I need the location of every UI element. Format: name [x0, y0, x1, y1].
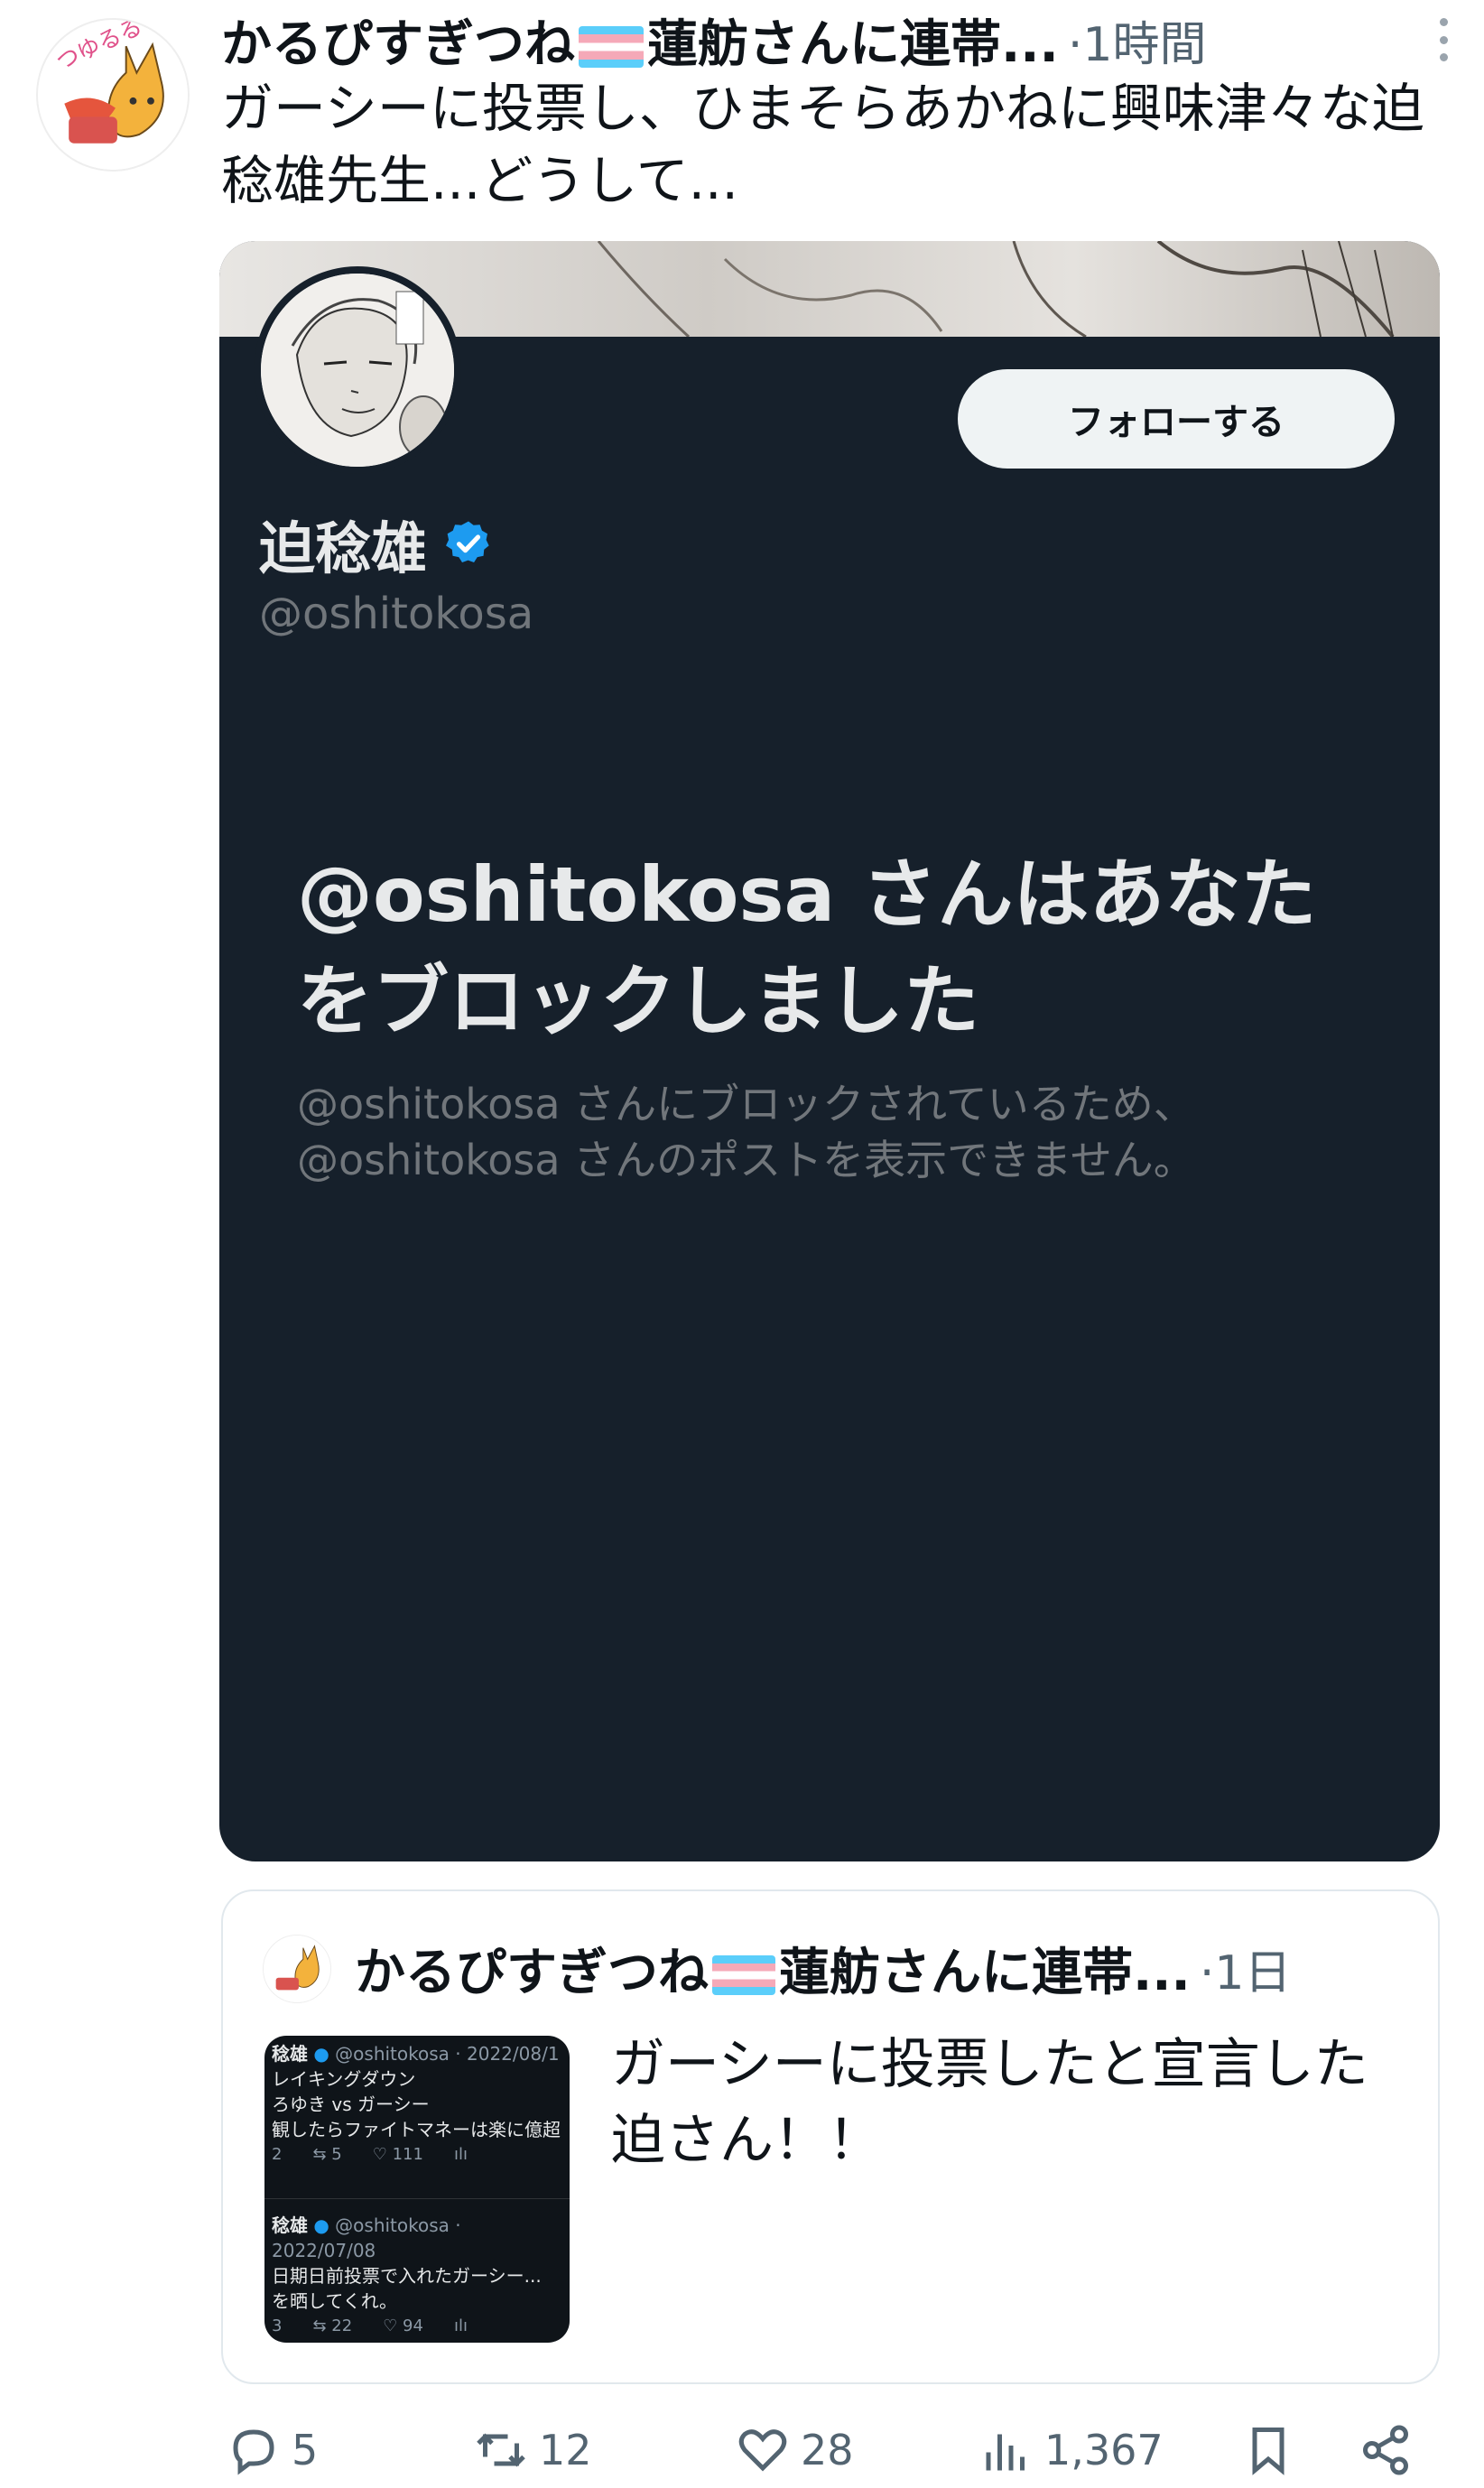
heart-icon	[738, 2429, 787, 2472]
profile-display-name: 迫稔雄	[259, 515, 428, 581]
post-time[interactable]: ·1時間	[1068, 6, 1207, 74]
blocked-description: @oshitokosa さんにブロックされているため、 @oshitokosa …	[297, 1076, 1362, 1188]
thumb-tweet-line: ろゆき vs ガーシー	[272, 2093, 430, 2115]
profile-handle: @oshitokosa	[259, 589, 534, 639]
quoted-post[interactable]: かるぴすぎつね 蓮舫さんに連帯... ·1日 稔雄 ● @oshitokosa ·…	[221, 1889, 1440, 2384]
share-icon	[1363, 2425, 1408, 2475]
reply-count: 5	[292, 2426, 319, 2474]
thumb-tweet-header: 稔雄 ● @oshitokosa · 2022/07/08	[272, 2214, 461, 2261]
views-count: 1,367	[1044, 2426, 1164, 2474]
retweet-icon: ⇆ 22	[312, 2316, 353, 2335]
profile-name-row: 迫稔雄	[259, 503, 494, 584]
thumb-tweet-header: 稔雄 ● @oshitokosa · 2022/08/1	[272, 2043, 560, 2065]
quoted-post-time: ·1日	[1199, 1945, 1292, 2001]
transgender-flag-icon	[579, 26, 644, 69]
follow-button[interactable]: フォローする	[958, 369, 1395, 469]
thumb-tweet-line: を晒してくれ。	[272, 2290, 397, 2312]
author-name[interactable]: かるぴすぎつね 蓮舫さんに連帯...	[221, 4, 1059, 77]
thumb-tweet-stats: 3 ⇆ 22 ♡ 94 ılı	[272, 2314, 570, 2339]
bookmark-icon	[1252, 2428, 1285, 2475]
retweet-count: 12	[539, 2426, 592, 2474]
views-icon	[986, 2434, 1025, 2471]
thumb-divider	[264, 2198, 570, 2199]
post-header: かるぴすぎつね 蓮舫さんに連帯... ·1時間	[221, 4, 1449, 76]
retweet-icon: ⇆ 5	[312, 2145, 342, 2164]
reply-button[interactable]: 5	[227, 2412, 318, 2488]
post-text: ガーシーに投票し、ひまそらあかねに興味津々な迫稔雄先生...どうして...	[221, 78, 1424, 211]
quoted-post-text: ガーシーに投票したと宣言した迫さん！！	[611, 2033, 1368, 2172]
thumb-tweet-line: 日期日前投票で入れたガーシー...	[272, 2265, 542, 2287]
views-button[interactable]: 1,367	[979, 2412, 1164, 2488]
transgender-flag-icon	[712, 1955, 775, 1996]
quoted-author-name: かるぴすぎつね 蓮舫さんに連帯...	[355, 1943, 1191, 2002]
heart-icon: ♡ 111	[372, 2145, 423, 2164]
like-button[interactable]: 28	[736, 2412, 854, 2488]
views-icon: ılı	[453, 2316, 468, 2335]
thumb-tweet-line: 観したらファイトマネーは楽に億超	[272, 2119, 561, 2140]
like-count: 28	[801, 2426, 854, 2474]
more-options-icon[interactable]	[1430, 13, 1457, 67]
blocked-description-line: @oshitokosa さんにブロックされているため、	[297, 1080, 1195, 1128]
embedded-profile-card[interactable]: フォローする 迫稔雄 @oshitokosa @oshitokosa さんはあな…	[219, 241, 1440, 1861]
heart-icon: ♡ 94	[383, 2316, 423, 2335]
views-icon: ılı	[453, 2145, 468, 2164]
author-avatar[interactable]: つゆるる	[36, 18, 190, 172]
retweet-icon	[477, 2433, 525, 2467]
blocked-description-line: @oshitokosa さんのポストを表示できません。	[297, 1136, 1195, 1184]
quoted-image-thumbnail[interactable]: 稔雄 ● @oshitokosa · 2022/08/1 レイキングダウン ろゆ…	[264, 2036, 570, 2343]
thumb-tweet-stats: 2 ⇆ 5 ♡ 111 ılı	[272, 2142, 570, 2168]
blocked-title: @oshitokosa さんはあなたをブロックしました	[297, 850, 1317, 1045]
quoted-author-avatar	[263, 1935, 331, 2003]
share-button[interactable]	[1359, 2412, 1413, 2488]
verified-badge-icon	[446, 521, 489, 562]
reply-icon	[233, 2429, 274, 2475]
manga-portrait-icon	[261, 274, 454, 467]
profile-avatar[interactable]	[254, 266, 461, 474]
quoted-post-header: かるぴすぎつね 蓮舫さんに連帯... ·1日	[355, 1927, 1429, 2009]
fox-avatar-icon: つゆるる	[38, 20, 188, 170]
post-action-bar: 5 12 28 1,367	[221, 2412, 1458, 2488]
fox-avatar-icon	[264, 1936, 330, 2002]
bookmark-button[interactable]	[1241, 2412, 1295, 2488]
thumb-tweet-line: レイキングダウン	[272, 2068, 416, 2090]
retweet-button[interactable]: 12	[474, 2412, 592, 2488]
